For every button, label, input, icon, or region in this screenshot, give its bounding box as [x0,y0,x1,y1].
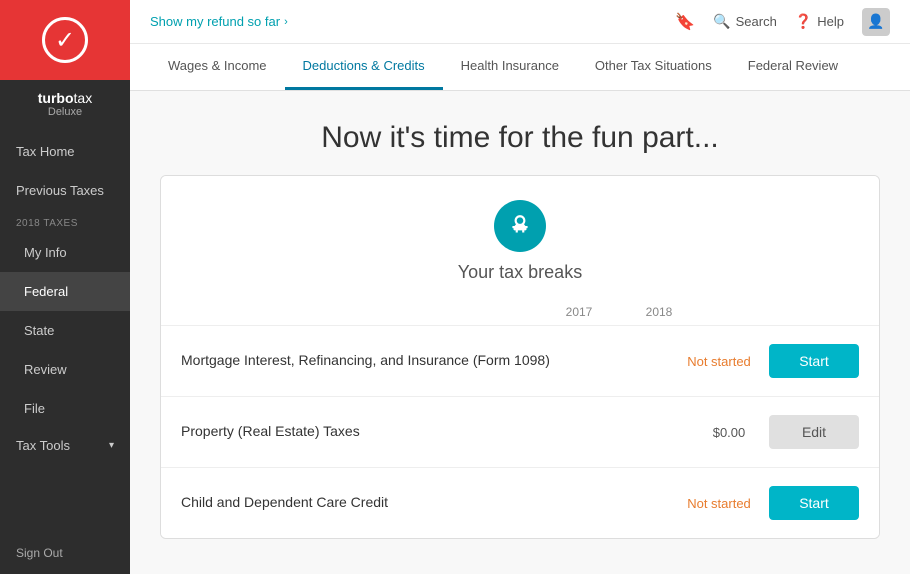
refund-link-arrow-icon: › [284,16,288,28]
childcare-start-button[interactable]: Start [769,486,859,520]
year-2018-header: 2018 [619,305,699,319]
row-childcare-status: Not started [669,496,769,511]
table-row: Property (Real Estate) Taxes $0.00 Edit [161,397,879,468]
sidebar-section-label: 2018 TAXES [0,210,130,233]
topbar-actions: 🔖 🔍 Search ❓ Help 👤 [675,8,890,36]
tab-other-tax-situations[interactable]: Other Tax Situations [577,44,730,90]
tab-wages-income[interactable]: Wages & Income [150,44,285,90]
tax-tools-arrow-icon: ▾ [109,440,114,451]
user-avatar[interactable]: 👤 [862,8,890,36]
row-property-value: $0.00 [689,425,769,440]
refund-link[interactable]: Show my refund so far › [150,14,288,29]
logo-checkmark: ✓ [42,17,88,63]
row-mortgage-label: Mortgage Interest, Refinancing, and Insu… [181,351,669,371]
search-button[interactable]: 🔍 Search [713,13,777,30]
tax-breaks-icon [494,200,546,252]
sidebar: ✓ turbotax Deluxe Tax Home Previous Taxe… [0,0,130,574]
sidebar-item-my-info[interactable]: My Info [0,233,130,272]
page-title: Now it's time for the fun part... [160,91,880,175]
sidebar-sign-out[interactable]: Sign Out [0,532,130,574]
help-button[interactable]: ❓ Help [795,13,844,30]
turbotax-brand: turbotax Deluxe [0,80,130,132]
sidebar-item-previous-taxes[interactable]: Previous Taxes [0,171,130,210]
column-headers: 2017 2018 [161,299,879,326]
table-row: Mortgage Interest, Refinancing, and Insu… [161,326,879,397]
sidebar-item-file[interactable]: File [0,389,130,428]
topbar: Show my refund so far › 🔖 🔍 Search ❓ Hel… [130,0,910,44]
table-row: Child and Dependent Care Credit Not star… [161,468,879,538]
main-content: Show my refund so far › 🔖 🔍 Search ❓ Hel… [130,0,910,574]
row-property-label: Property (Real Estate) Taxes [181,422,689,442]
card-subtitle: Your tax breaks [458,262,582,283]
tab-deductions-credits[interactable]: Deductions & Credits [285,44,443,90]
sidebar-item-tax-home[interactable]: Tax Home [0,132,130,171]
piggy-bank-icon [507,213,533,239]
nav-tabs: Wages & Income Deductions & Credits Heal… [130,44,910,91]
brand-sub: Deluxe [12,106,118,118]
card-header: Your tax breaks [161,176,879,299]
year-2017-header: 2017 [539,305,619,319]
content-area: Now it's time for the fun part... Your t… [130,91,910,574]
sidebar-logo: ✓ [0,0,130,80]
sidebar-item-tax-tools[interactable]: Tax Tools ▾ [0,428,130,463]
sidebar-item-federal[interactable]: Federal [0,272,130,311]
tab-federal-review[interactable]: Federal Review [730,44,856,90]
sidebar-item-state[interactable]: State [0,311,130,350]
help-icon: ❓ [795,13,812,30]
row-childcare-label: Child and Dependent Care Credit [181,493,669,513]
row-mortgage-status: Not started [669,354,769,369]
bookmark-icon[interactable]: 🔖 [675,12,695,32]
property-edit-button[interactable]: Edit [769,415,859,449]
brand-name: turbotax [12,90,118,106]
tax-breaks-card: Your tax breaks 2017 2018 Mortgage Inter… [160,175,880,539]
sidebar-item-review[interactable]: Review [0,350,130,389]
search-icon: 🔍 [713,13,730,30]
mortgage-start-button[interactable]: Start [769,344,859,378]
tab-health-insurance[interactable]: Health Insurance [443,44,577,90]
